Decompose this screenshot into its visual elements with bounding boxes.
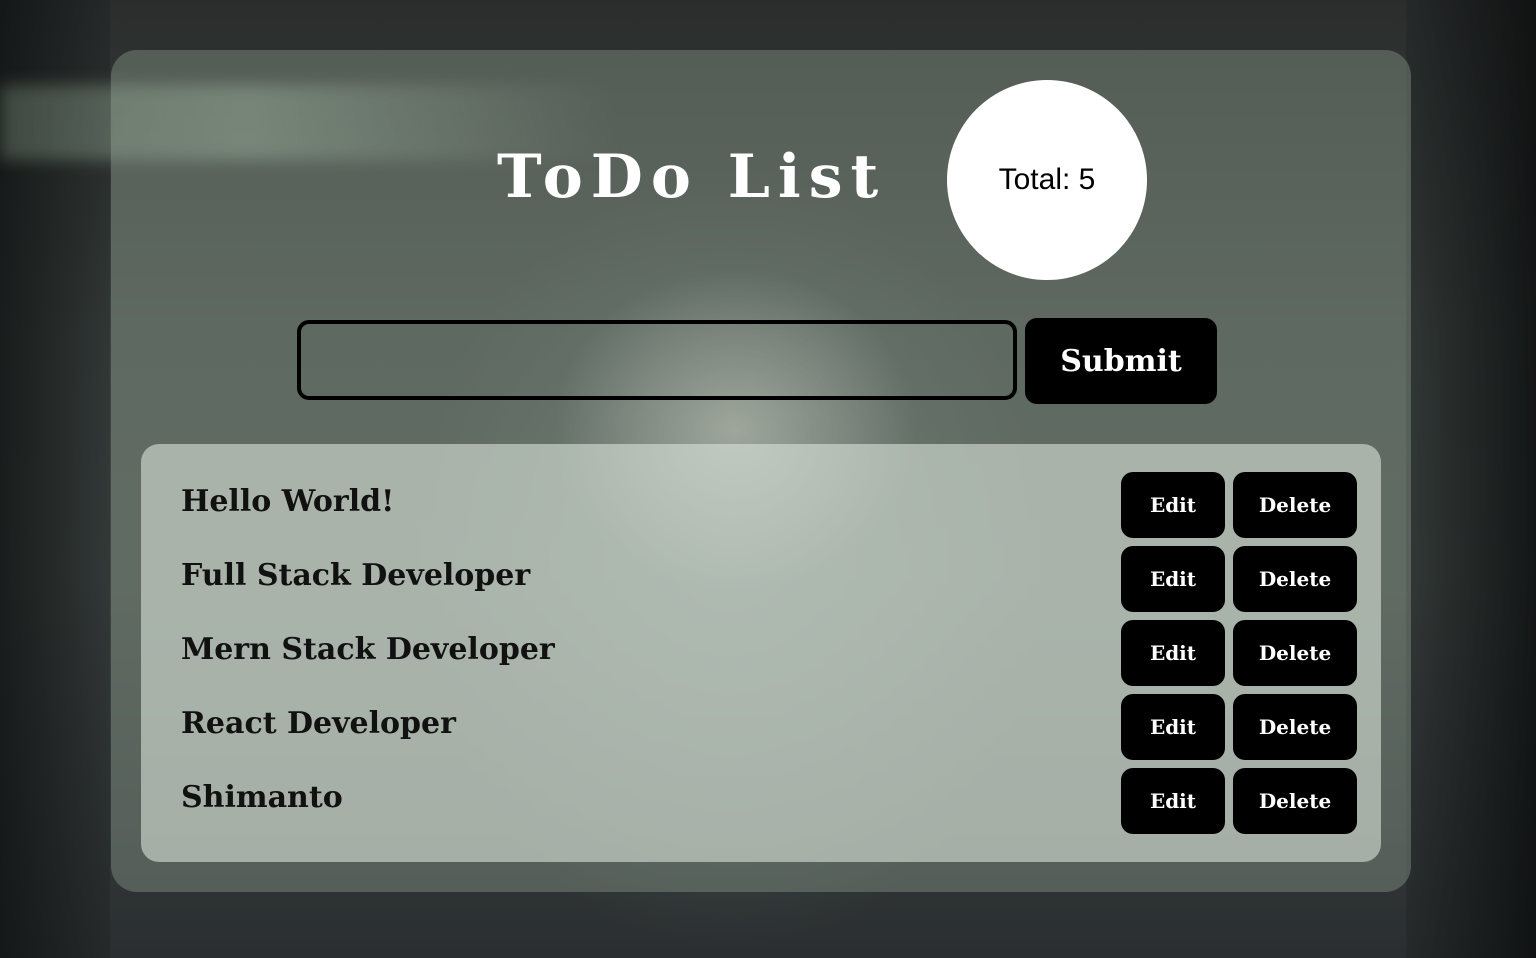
edit-button[interactable]: Edit <box>1121 472 1225 538</box>
edit-button[interactable]: Edit <box>1121 546 1225 612</box>
todo-item-text: Shimanto <box>181 780 343 815</box>
edit-button[interactable]: Edit <box>1121 694 1225 760</box>
todo-item: Hello World! Edit Delete <box>141 472 1381 546</box>
total-counter-badge: Total: 5 <box>947 80 1147 280</box>
edit-button[interactable]: Edit <box>1121 768 1225 834</box>
delete-button[interactable]: Delete <box>1233 546 1357 612</box>
todo-item: Full Stack Developer Edit Delete <box>141 546 1381 620</box>
page-title: ToDo List <box>497 142 887 212</box>
todo-item-text: React Developer <box>181 706 456 741</box>
delete-button[interactable]: Delete <box>1233 694 1357 760</box>
total-counter-label: Total: 5 <box>998 163 1096 196</box>
delete-button[interactable]: Delete <box>1233 620 1357 686</box>
delete-button[interactable]: Delete <box>1233 768 1357 834</box>
todo-item-text: Mern Stack Developer <box>181 632 555 667</box>
todo-item: Mern Stack Developer Edit Delete <box>141 620 1381 694</box>
todo-item-text: Full Stack Developer <box>181 558 531 593</box>
background-right-shade <box>1406 0 1536 958</box>
todo-list: Hello World! Edit Delete Full Stack Deve… <box>141 444 1381 862</box>
delete-button[interactable]: Delete <box>1233 472 1357 538</box>
todo-input[interactable] <box>297 320 1017 400</box>
todo-item-text: Hello World! <box>181 484 395 519</box>
submit-button[interactable]: Submit <box>1025 318 1217 404</box>
todo-card: ToDo List Total: 5 Submit Hello World! E… <box>111 50 1411 892</box>
todo-item: Shimanto Edit Delete <box>141 768 1381 842</box>
todo-item: React Developer Edit Delete <box>141 694 1381 768</box>
edit-button[interactable]: Edit <box>1121 620 1225 686</box>
